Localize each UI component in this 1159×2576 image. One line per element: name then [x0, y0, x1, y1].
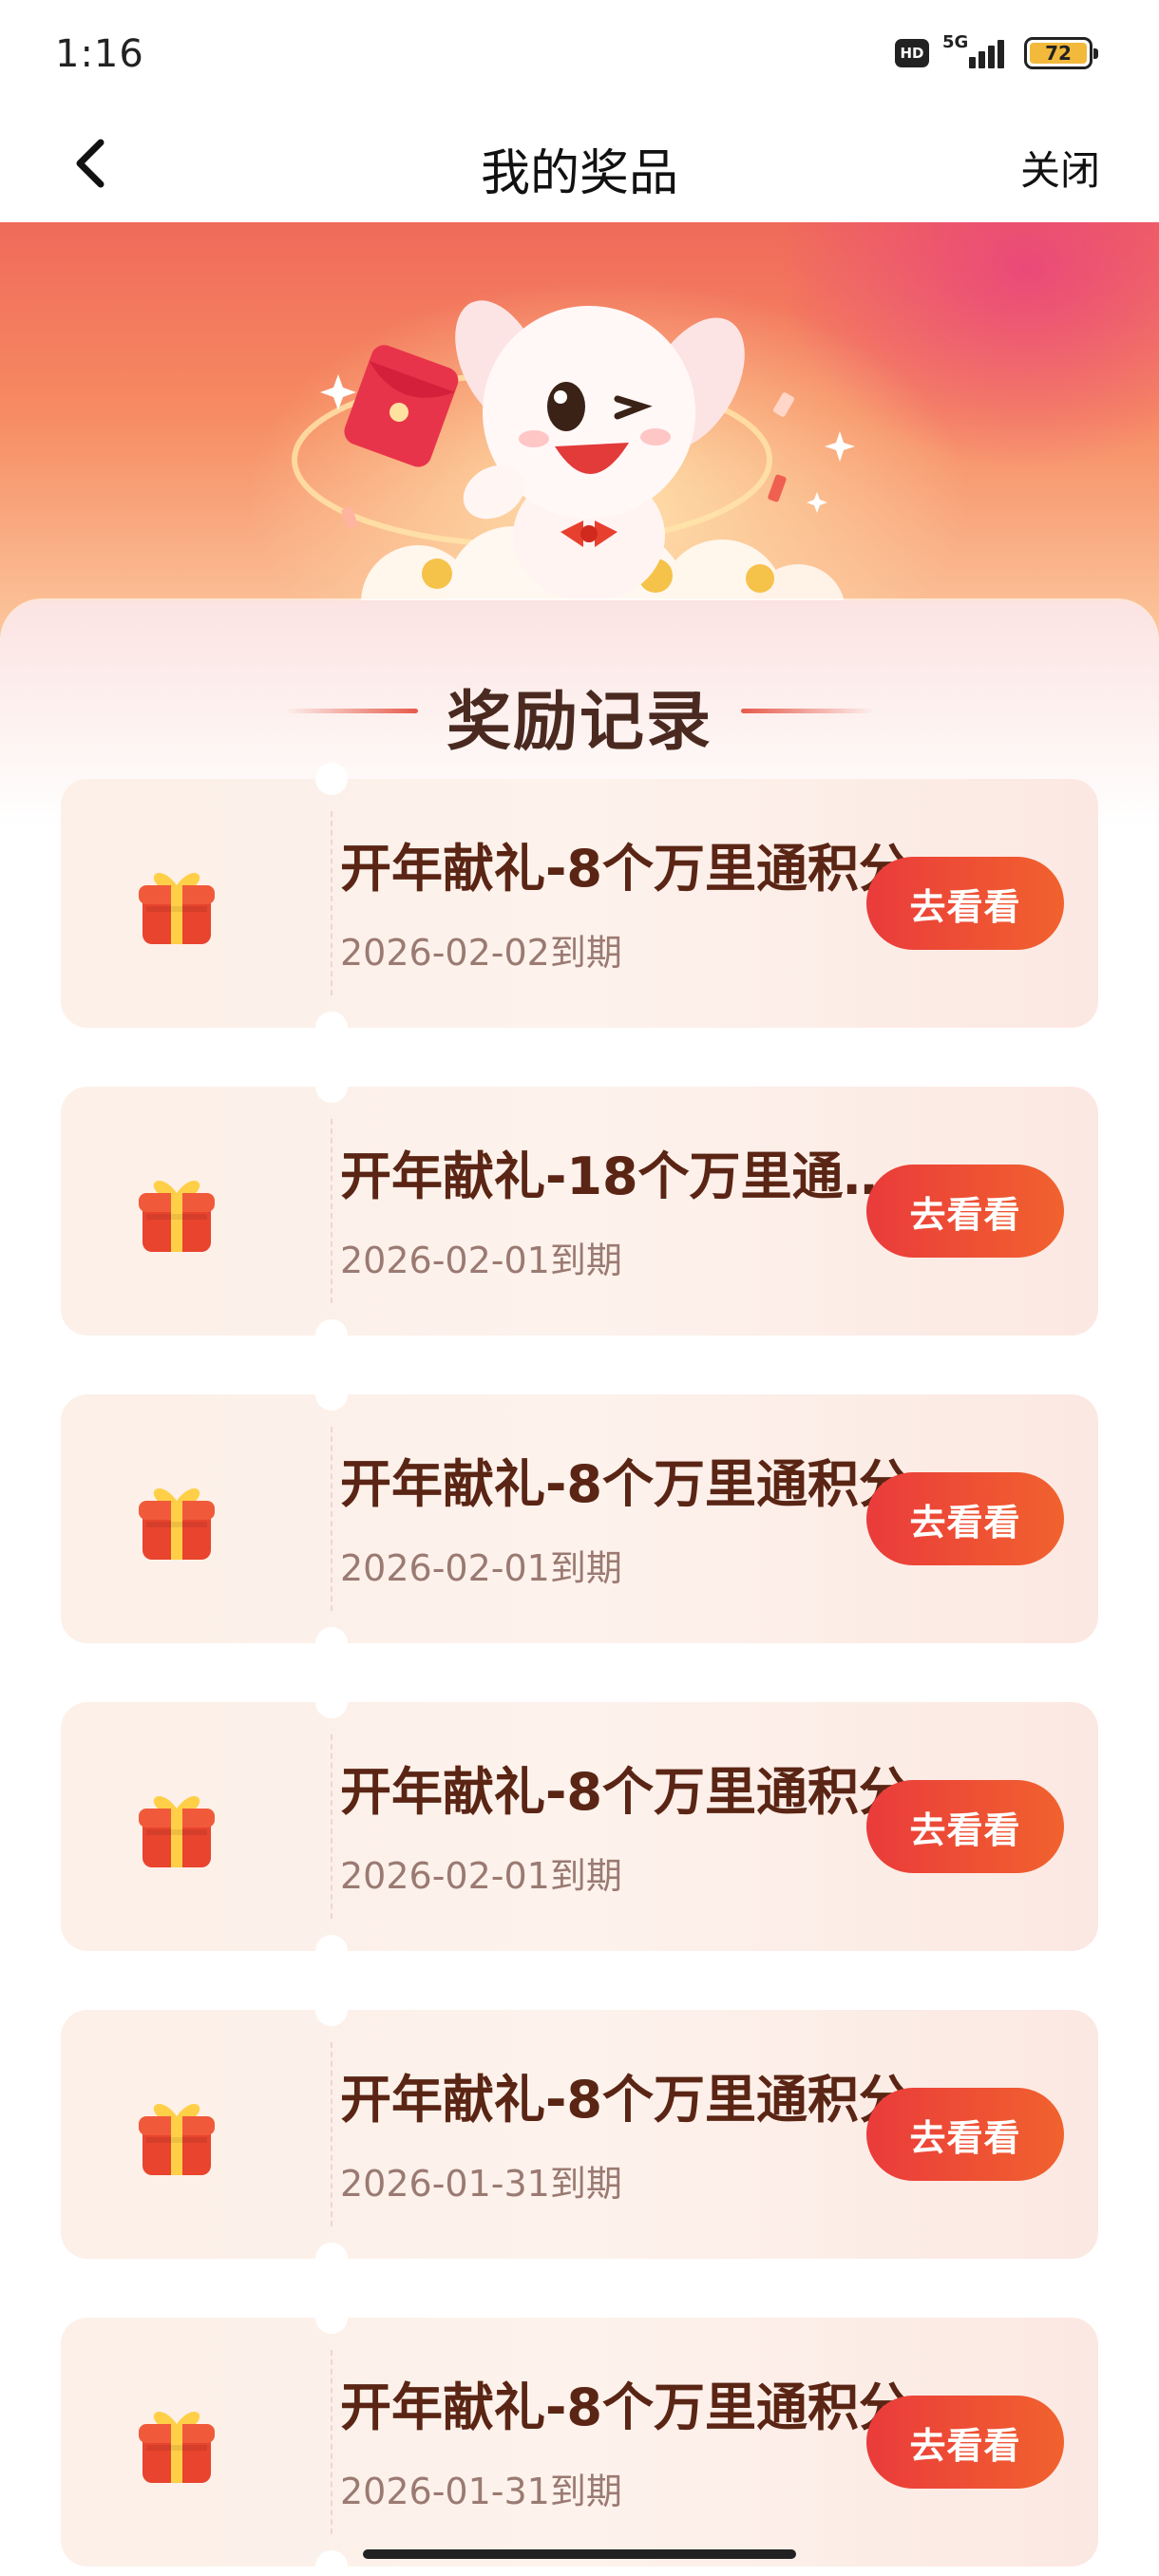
reward-title: 开年献礼-8个万里通积分: [340, 1454, 910, 1514]
signal-icon: 5G: [942, 32, 1011, 72]
gift-box-icon: [139, 2411, 215, 2483]
gift-box-icon: [139, 1180, 215, 1252]
reward-title: 开年献礼-8个万里通积分: [340, 2070, 910, 2130]
reward-expire-date: 2026-02-01到期: [340, 1855, 622, 1897]
close-button[interactable]: 关闭: [1020, 139, 1100, 197]
reward-card: 开年献礼-8个万里通积分 2026-01-31到期 去看看: [61, 1994, 1098, 2275]
view-reward-button[interactable]: 去看看: [866, 2396, 1064, 2489]
reward-card: 开年献礼-18个万里通积分 2026-02-01到期 去看看: [61, 1070, 1098, 1352]
gift-box-icon: [139, 2103, 215, 2175]
page-title: 我的奖品: [480, 145, 678, 202]
reward-card: 开年献礼-8个万里通积分 2026-02-01到期 去看看: [61, 1378, 1098, 1659]
battery-icon: 72: [1024, 37, 1098, 69]
hero-banner: [0, 222, 1159, 640]
nav-bar: 我的奖品 关闭: [0, 106, 1159, 222]
reward-card: 开年献礼-8个万里通积分 2026-02-01到期 去看看: [61, 1686, 1098, 1967]
reward-expire-date: 2026-01-31到期: [340, 2471, 622, 2512]
status-bar: 1:16 HD 5G 72: [0, 0, 1159, 106]
reward-title: 开年献礼-18个万里通积分: [340, 1146, 910, 1206]
status-time: 1:16: [55, 32, 144, 76]
reward-card: 开年献礼-8个万里通积分 2026-02-02到期 去看看: [61, 763, 1098, 1044]
gift-box-icon: [139, 872, 215, 944]
view-reward-button[interactable]: 去看看: [866, 1165, 1064, 1258]
reward-title: 开年献礼-8个万里通积分: [340, 1762, 910, 1822]
reward-expire-date: 2026-02-01到期: [340, 1547, 622, 1589]
view-reward-button[interactable]: 去看看: [866, 1780, 1064, 1873]
reward-title: 开年献礼-8个万里通积分: [340, 2377, 910, 2437]
status-icons: HD 5G 72: [895, 32, 1098, 72]
reward-expire-date: 2026-01-31到期: [340, 2163, 622, 2205]
reward-expire-date: 2026-02-01到期: [340, 1240, 622, 1281]
gift-box-icon: [139, 1487, 215, 1560]
dog-mascot-illustration: [292, 300, 855, 640]
reward-title: 开年献礼-8个万里通积分: [340, 839, 910, 899]
home-indicator[interactable]: [363, 2549, 796, 2559]
reward-expire-date: 2026-02-02到期: [340, 932, 622, 974]
reward-card: 开年献礼-8个万里通积分 2026-01-31到期 去看看: [61, 2301, 1098, 2576]
hd-badge: HD: [895, 39, 929, 67]
network-type: 5G: [942, 32, 969, 52]
gift-box-icon: [139, 1795, 215, 1867]
view-reward-button[interactable]: 去看看: [866, 857, 1064, 950]
section-title: 奖励记录: [446, 685, 712, 760]
battery-level: 72: [1030, 42, 1087, 65]
title-divider-right: [741, 709, 874, 713]
view-reward-button[interactable]: 去看看: [866, 1472, 1064, 1565]
view-reward-button[interactable]: 去看看: [866, 2088, 1064, 2181]
